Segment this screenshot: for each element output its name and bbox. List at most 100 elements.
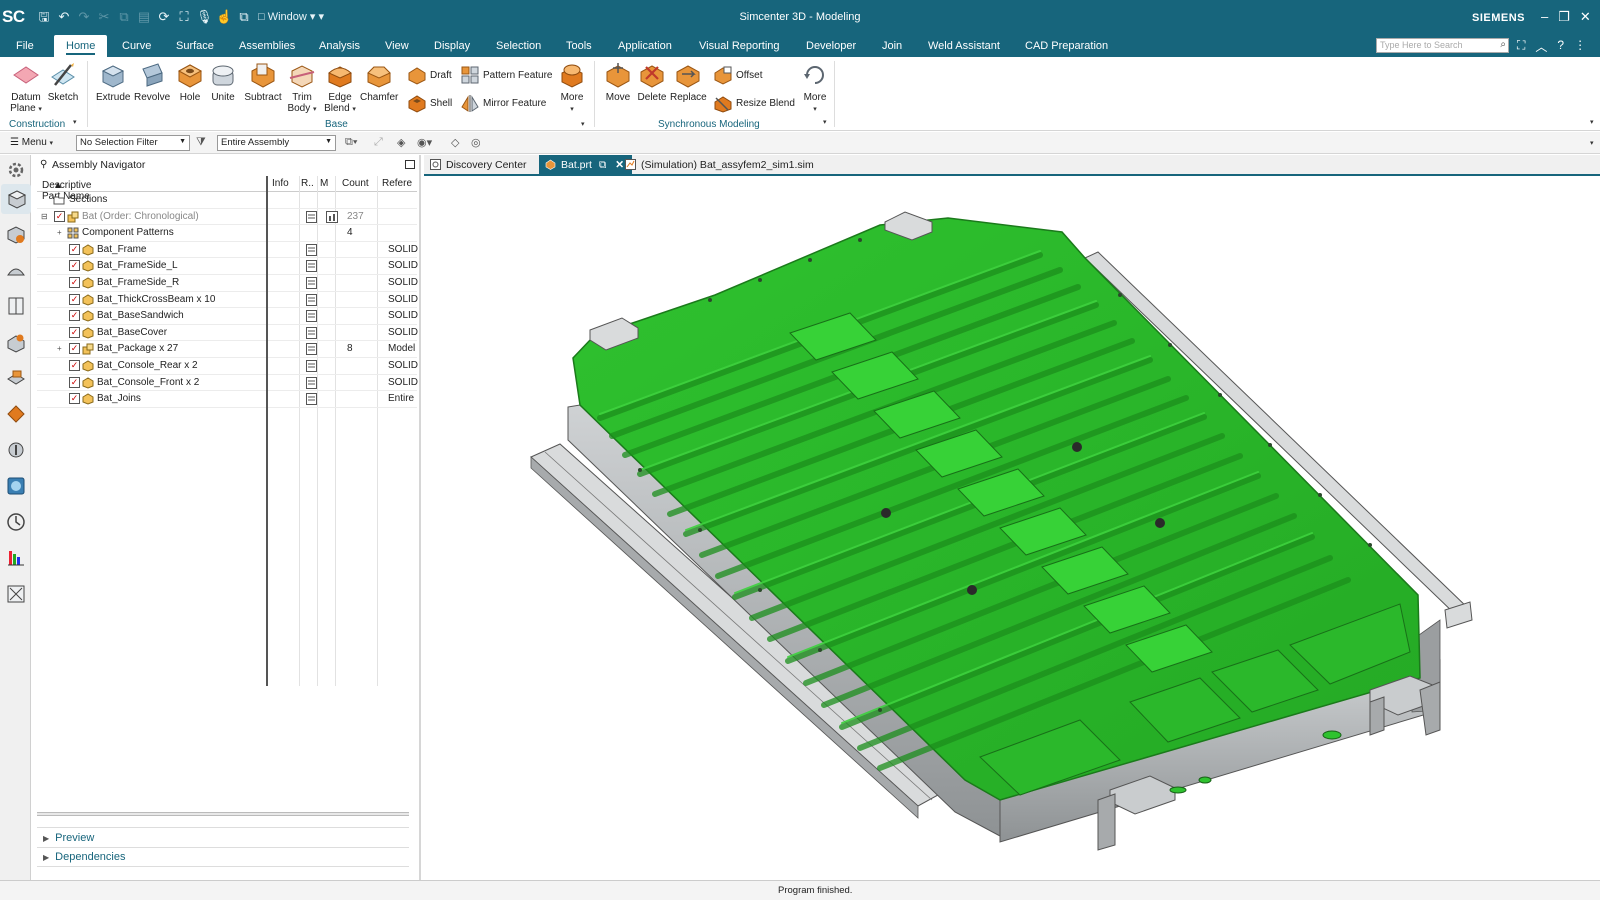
- column-count[interactable]: Count: [342, 178, 369, 189]
- info-icon[interactable]: [306, 359, 317, 372]
- visibility-checkbox[interactable]: ✓: [69, 326, 80, 338]
- tree-row-bat-joins[interactable]: ✓ Bat_Joins Entire: [37, 391, 417, 408]
- info-icon[interactable]: [306, 276, 317, 289]
- menu-developer[interactable]: Developer: [806, 40, 856, 52]
- offset-face-button[interactable]: Offset: [713, 65, 763, 85]
- column-info[interactable]: Info: [272, 178, 289, 189]
- visibility-checkbox[interactable]: ✓: [54, 210, 65, 222]
- selection-bar-options-icon[interactable]: ▾: [1590, 139, 1594, 147]
- maximize-panel-icon[interactable]: [405, 160, 415, 169]
- column-m[interactable]: M: [320, 178, 328, 189]
- menu-surface[interactable]: Surface: [176, 40, 214, 52]
- name-column-divider[interactable]: [266, 176, 268, 686]
- hole-button[interactable]: Hole: [176, 61, 204, 103]
- column-descriptive-part-name[interactable]: Descriptive Part Name ▲: [42, 178, 91, 202]
- tree-row-sections[interactable]: Sections: [37, 192, 417, 209]
- column-r[interactable]: R..: [301, 178, 314, 189]
- tools-palette-icon[interactable]: [5, 583, 27, 605]
- info-icon[interactable]: [306, 376, 317, 389]
- quick-pick-icon[interactable]: ◎: [471, 136, 481, 149]
- selection-scope-dropdown[interactable]: Entire Assembly ▼: [217, 135, 336, 151]
- info-icon[interactable]: [306, 343, 317, 356]
- info-icon[interactable]: [306, 260, 317, 273]
- menu-cad-preparation[interactable]: CAD Preparation: [1025, 40, 1108, 52]
- selection-filter-dropdown[interactable]: No Selection Filter ▼: [76, 135, 190, 151]
- menu-selection[interactable]: Selection: [496, 40, 541, 52]
- system-scenes-icon[interactable]: [5, 511, 27, 533]
- datum-plane-button[interactable]: Datum Plane ▾: [8, 61, 44, 115]
- base-more-button[interactable]: More ▾: [558, 61, 586, 115]
- assembly-navigator-tab[interactable]: [1, 184, 31, 214]
- battery-pack-model[interactable]: [424, 178, 1600, 880]
- pattern-feature-button[interactable]: Pattern Feature: [460, 65, 552, 85]
- info-icon[interactable]: [306, 210, 317, 223]
- trim-body-button[interactable]: Trim Body ▾: [287, 61, 317, 115]
- constraint-navigator-icon[interactable]: [5, 223, 27, 245]
- info-icon[interactable]: [306, 310, 317, 323]
- tree-row-component-patterns[interactable]: + Component Patterns 4: [37, 225, 417, 242]
- menu-assemblies[interactable]: Assemblies: [239, 40, 295, 52]
- tree-row-bat-frame[interactable]: ✓ Bat_Frame SOLID: [37, 242, 418, 259]
- detach-tab-icon[interactable]: ⧉: [599, 159, 607, 171]
- reset-filter-icon[interactable]: ⧩: [196, 136, 206, 149]
- type-filter-icon[interactable]: ⧉▾: [345, 136, 357, 149]
- info-icon[interactable]: [306, 243, 317, 256]
- menu-file[interactable]: File: [16, 40, 34, 52]
- select-components-icon[interactable]: ◈: [397, 136, 405, 149]
- navigator-splitter[interactable]: [37, 812, 409, 816]
- fullscreen-icon[interactable]: ⛶: [1517, 38, 1525, 55]
- visibility-checkbox[interactable]: ✓: [69, 293, 80, 305]
- tree-row-bat-package[interactable]: + ✓ Bat_Package x 27 8 Model: [37, 341, 417, 358]
- menu-button[interactable]: ☰ Menu ▾: [10, 137, 53, 148]
- draft-button[interactable]: Draft: [407, 65, 452, 85]
- menu-application[interactable]: Application: [618, 40, 672, 52]
- extrude-button[interactable]: Extrude: [96, 61, 130, 103]
- preview-pane-header[interactable]: ▶ Preview: [43, 832, 94, 844]
- reuse-library-icon[interactable]: [5, 295, 27, 317]
- sync-group-expand-icon[interactable]: ▾: [823, 118, 827, 126]
- mirror-feature-button[interactable]: Mirror Feature: [460, 93, 546, 113]
- menu-home[interactable]: Home: [54, 35, 108, 57]
- tab-discovery-center[interactable]: Discovery Center: [424, 155, 535, 174]
- resize-blend-button[interactable]: Resize Blend: [713, 93, 795, 113]
- sketch-button[interactable]: Sketch: [47, 61, 79, 103]
- part-navigator-icon[interactable]: [5, 259, 27, 281]
- graphics-window[interactable]: [424, 178, 1600, 880]
- ribbon-options-icon[interactable]: ▾: [1590, 118, 1594, 126]
- info-icon[interactable]: [306, 326, 317, 339]
- tree-row-bat-console-front[interactable]: ✓ Bat_Console_Front x 2 SOLID: [37, 375, 418, 392]
- roles-icon[interactable]: [5, 475, 27, 497]
- visibility-checkbox[interactable]: ✓: [69, 343, 80, 355]
- web-browser-icon[interactable]: [5, 367, 27, 389]
- visibility-checkbox[interactable]: ✓: [69, 276, 80, 288]
- visibility-checkbox[interactable]: ✓: [69, 393, 80, 405]
- analysis-palette-icon[interactable]: [5, 547, 27, 569]
- minimize-icon[interactable]: –: [1541, 9, 1548, 25]
- tree-row-bat-basecover[interactable]: ✓ Bat_BaseCover SOLID: [37, 325, 418, 342]
- assembly-select-icon[interactable]: ◉▾: [417, 136, 432, 149]
- dependencies-pane-header[interactable]: ▶ Dependencies: [43, 851, 126, 863]
- info-icon[interactable]: [306, 393, 317, 406]
- move-face-button[interactable]: Move: [603, 61, 633, 103]
- expand-icon[interactable]: +: [57, 344, 62, 353]
- unite-button[interactable]: Unite: [208, 61, 238, 103]
- collapse-icon[interactable]: ⊟: [41, 212, 48, 221]
- tree-row-bat-basesandwich[interactable]: ✓ Bat_BaseSandwich SOLID: [37, 308, 418, 325]
- menu-join[interactable]: Join: [882, 40, 902, 52]
- tree-row-bat-console-rear[interactable]: ✓ Bat_Console_Rear x 2 SOLID: [37, 358, 418, 375]
- menu-analysis[interactable]: Analysis: [319, 40, 360, 52]
- visibility-checkbox[interactable]: ✓: [69, 260, 80, 272]
- visibility-checkbox[interactable]: ✓: [69, 243, 80, 255]
- process-studio-icon[interactable]: [5, 439, 27, 461]
- tree-row-bat-root[interactable]: ⊟ ✓ Bat (Order: Chronological) 237: [37, 209, 417, 226]
- snap-point-icon[interactable]: ◇: [451, 136, 459, 149]
- close-window-icon[interactable]: ✕: [1580, 9, 1591, 25]
- hd3d-tools-icon[interactable]: [5, 331, 27, 353]
- tree-row-bat-frameside-l[interactable]: ✓ Bat_FrameSide_L SOLID: [37, 258, 418, 275]
- search-icon[interactable]: ⌕: [1500, 39, 1506, 50]
- revolve-button[interactable]: Revolve: [134, 61, 170, 103]
- visibility-checkbox[interactable]: ✓: [69, 359, 80, 371]
- expand-icon[interactable]: +: [57, 228, 62, 237]
- history-icon[interactable]: [5, 403, 27, 425]
- menu-tools[interactable]: Tools: [566, 40, 592, 52]
